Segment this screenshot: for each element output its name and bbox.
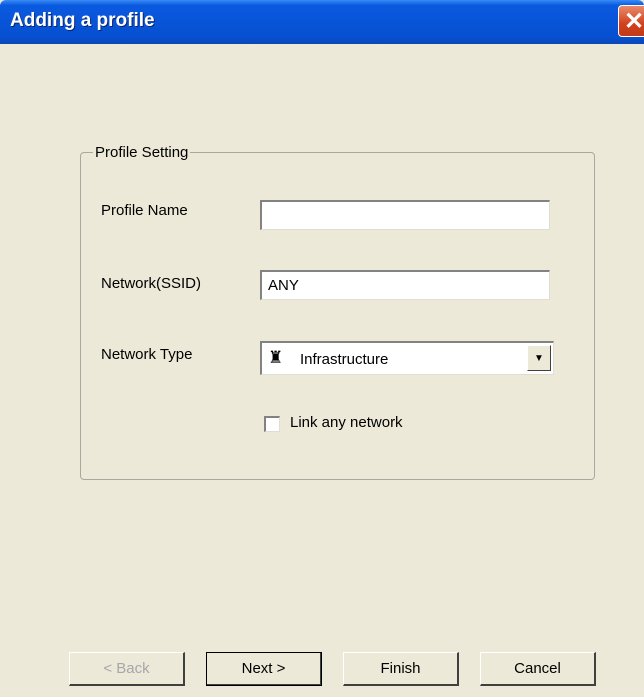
network-type-label: Network Type xyxy=(101,346,193,363)
link-any-network-checkbox[interactable] xyxy=(264,416,280,432)
back-button[interactable]: < Back xyxy=(69,652,185,686)
close-icon: ✕ xyxy=(623,7,644,35)
link-any-network-label: Link any network xyxy=(290,414,403,431)
close-button[interactable]: ✕ xyxy=(618,5,644,37)
ssid-input[interactable] xyxy=(260,270,550,300)
profile-name-label: Profile Name xyxy=(101,202,188,219)
next-button[interactable]: Next > xyxy=(206,652,322,686)
infrastructure-icon: ♜ xyxy=(268,348,284,367)
ssid-label: Network(SSID) xyxy=(101,275,202,292)
dropdown-arrow-icon[interactable]: ▼ xyxy=(527,345,551,371)
group-legend: Profile Setting xyxy=(95,144,189,161)
window-title: Adding a profile xyxy=(10,10,155,31)
cancel-button[interactable]: Cancel xyxy=(480,652,596,686)
title-bar: Adding a profile ✕ xyxy=(0,0,644,44)
profile-name-input[interactable] xyxy=(260,200,550,230)
network-type-select[interactable]: ♜ Infrastructure ▼ xyxy=(260,341,554,375)
finish-button[interactable]: Finish xyxy=(343,652,459,686)
network-type-value: Infrastructure xyxy=(300,351,389,368)
